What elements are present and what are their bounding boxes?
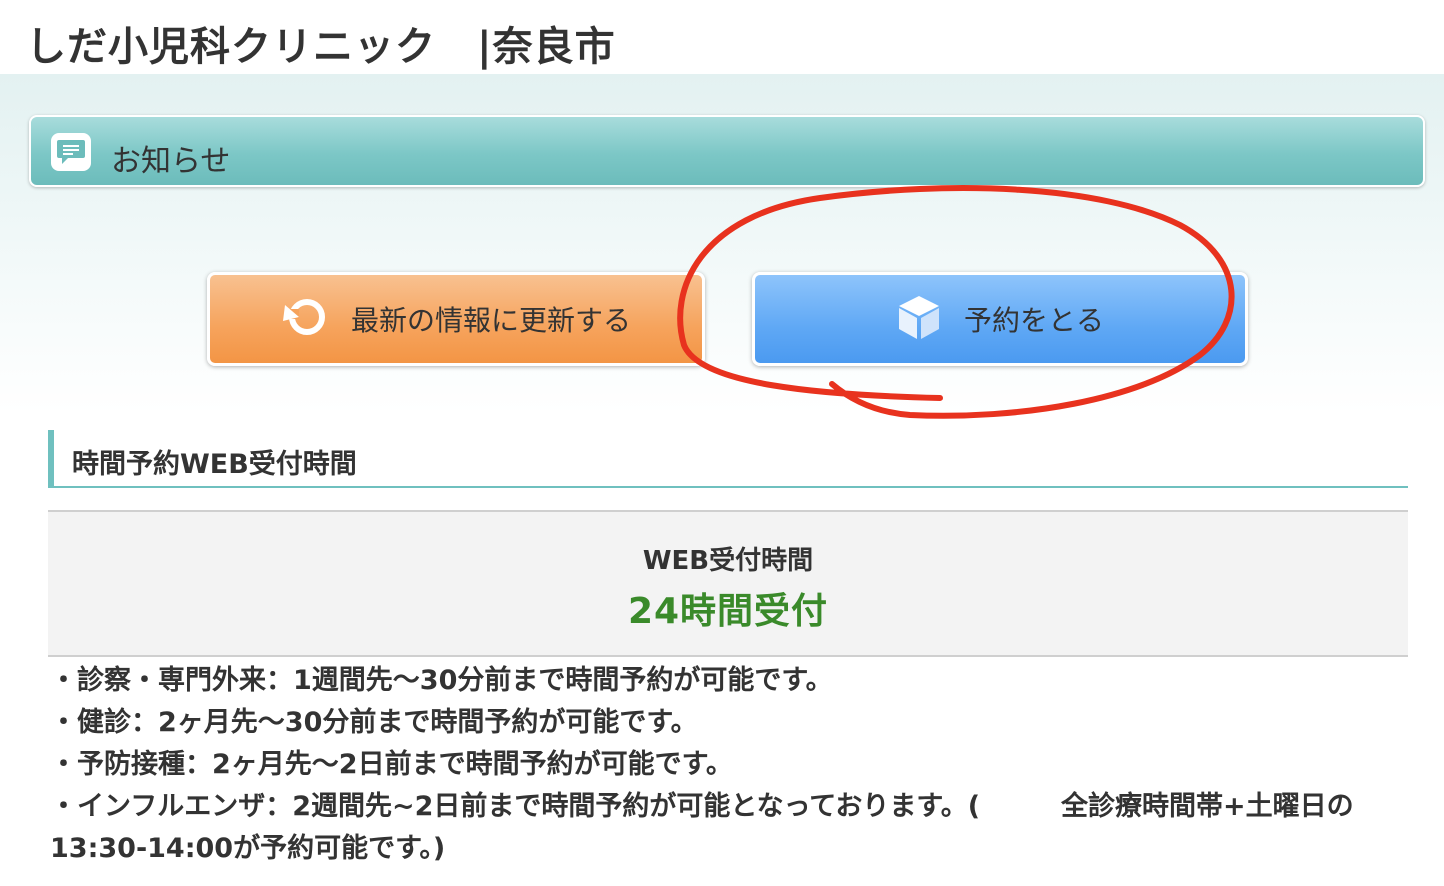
reserve-button-label: 予約をとる	[963, 304, 1104, 337]
web-hours-value: 24時間受付	[627, 591, 829, 632]
note-line: ・インフルエンザ：2週間先~2日前まで時間予約が可能となっております。( 全診療…	[50, 791, 1354, 822]
web-hours-box: WEB受付時間 24時間受付	[48, 510, 1408, 657]
reservation-notes: ・診察・専門外来：1週間先〜30分前まで時間予約が可能です。 ・健診：2ヶ月先〜…	[50, 660, 1420, 870]
web-hours-label: WEB受付時間	[642, 546, 814, 576]
refresh-button[interactable]: 最新の情報に更新する	[207, 272, 705, 366]
refresh-button-label: 最新の情報に更新する	[350, 304, 631, 337]
site-title: しだ小児科クリニック |奈良市	[26, 24, 616, 70]
notice-label: お知らせ	[111, 144, 231, 179]
refresh-icon	[281, 295, 329, 343]
note-line: ・予防接種：2ヶ月先〜2日前まで時間予約が可能です。	[50, 749, 733, 780]
chat-bubble-icon	[51, 133, 91, 171]
site-header: しだ小児科クリニック |奈良市	[0, 0, 1444, 74]
notice-bar[interactable]: お知らせ	[29, 115, 1425, 187]
note-line: 13:30-14:00が予約可能です。)	[50, 833, 446, 864]
cube-icon	[896, 293, 942, 345]
section-heading: 時間予約WEB受付時間	[48, 430, 1408, 488]
note-line: ・診察・専門外来：1週間先〜30分前まで時間予約が可能です。	[50, 665, 833, 696]
note-line: ・健診：2ヶ月先〜30分前まで時間予約が可能です。	[50, 707, 698, 738]
section-title: 時間予約WEB受付時間	[72, 449, 357, 480]
reserve-button[interactable]: 予約をとる	[752, 272, 1248, 366]
